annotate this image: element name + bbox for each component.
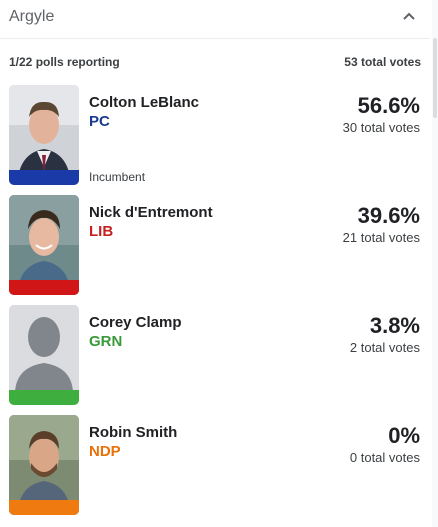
- polls-reporting: 1/22 polls reporting: [9, 55, 120, 69]
- candidate-party: NDP: [89, 443, 121, 460]
- candidate-votes: 21 total votes: [342, 230, 420, 245]
- candidate-votes: 0 total votes: [349, 450, 420, 465]
- candidate-row[interactable]: Robin Smith NDP 0% 0 total votes: [0, 415, 430, 515]
- candidate-name: Corey Clamp: [89, 314, 182, 331]
- candidate-photo: [9, 195, 79, 295]
- candidate-percent: 56.6%: [357, 93, 420, 118]
- candidate-photo: [9, 85, 79, 185]
- candidate-name: Robin Smith: [89, 424, 178, 441]
- candidate-name: Nick d'Entremont: [89, 204, 213, 221]
- candidate-name: Colton LeBlanc: [89, 94, 200, 111]
- total-votes: 53 total votes: [344, 55, 421, 69]
- candidate-photo: [9, 305, 79, 405]
- candidate-party: GRN: [89, 333, 123, 350]
- scrollbar-thumb[interactable]: [433, 38, 437, 118]
- incumbent-label: Incumbent: [89, 170, 146, 184]
- party-color-bar: [9, 390, 79, 405]
- candidate-party: PC: [89, 113, 110, 130]
- candidate-row[interactable]: Corey Clamp GRN 3.8% 2 total votes: [0, 305, 430, 405]
- results-summary: 1/22 polls reporting 53 total votes: [0, 54, 430, 72]
- candidate-votes: 30 total votes: [342, 120, 420, 135]
- candidate-photo: [9, 415, 79, 515]
- party-color-bar: [9, 170, 79, 185]
- candidate-votes: 2 total votes: [349, 340, 420, 355]
- party-color-bar: [9, 280, 79, 295]
- race-header[interactable]: Argyle: [0, 0, 430, 39]
- candidate-percent: 3.8%: [369, 313, 420, 338]
- candidate-percent: 39.6%: [357, 203, 420, 228]
- chevron-up-icon[interactable]: [402, 11, 416, 21]
- candidate-percent: 0%: [388, 423, 420, 448]
- race-title: Argyle: [9, 8, 55, 25]
- candidate-row[interactable]: Nick d'Entremont LIB 39.6% 21 total vote…: [0, 195, 430, 295]
- candidate-row[interactable]: Colton LeBlanc PC 56.6% 30 total votes I…: [0, 85, 430, 185]
- candidate-party: LIB: [89, 223, 114, 240]
- party-color-bar: [9, 500, 79, 515]
